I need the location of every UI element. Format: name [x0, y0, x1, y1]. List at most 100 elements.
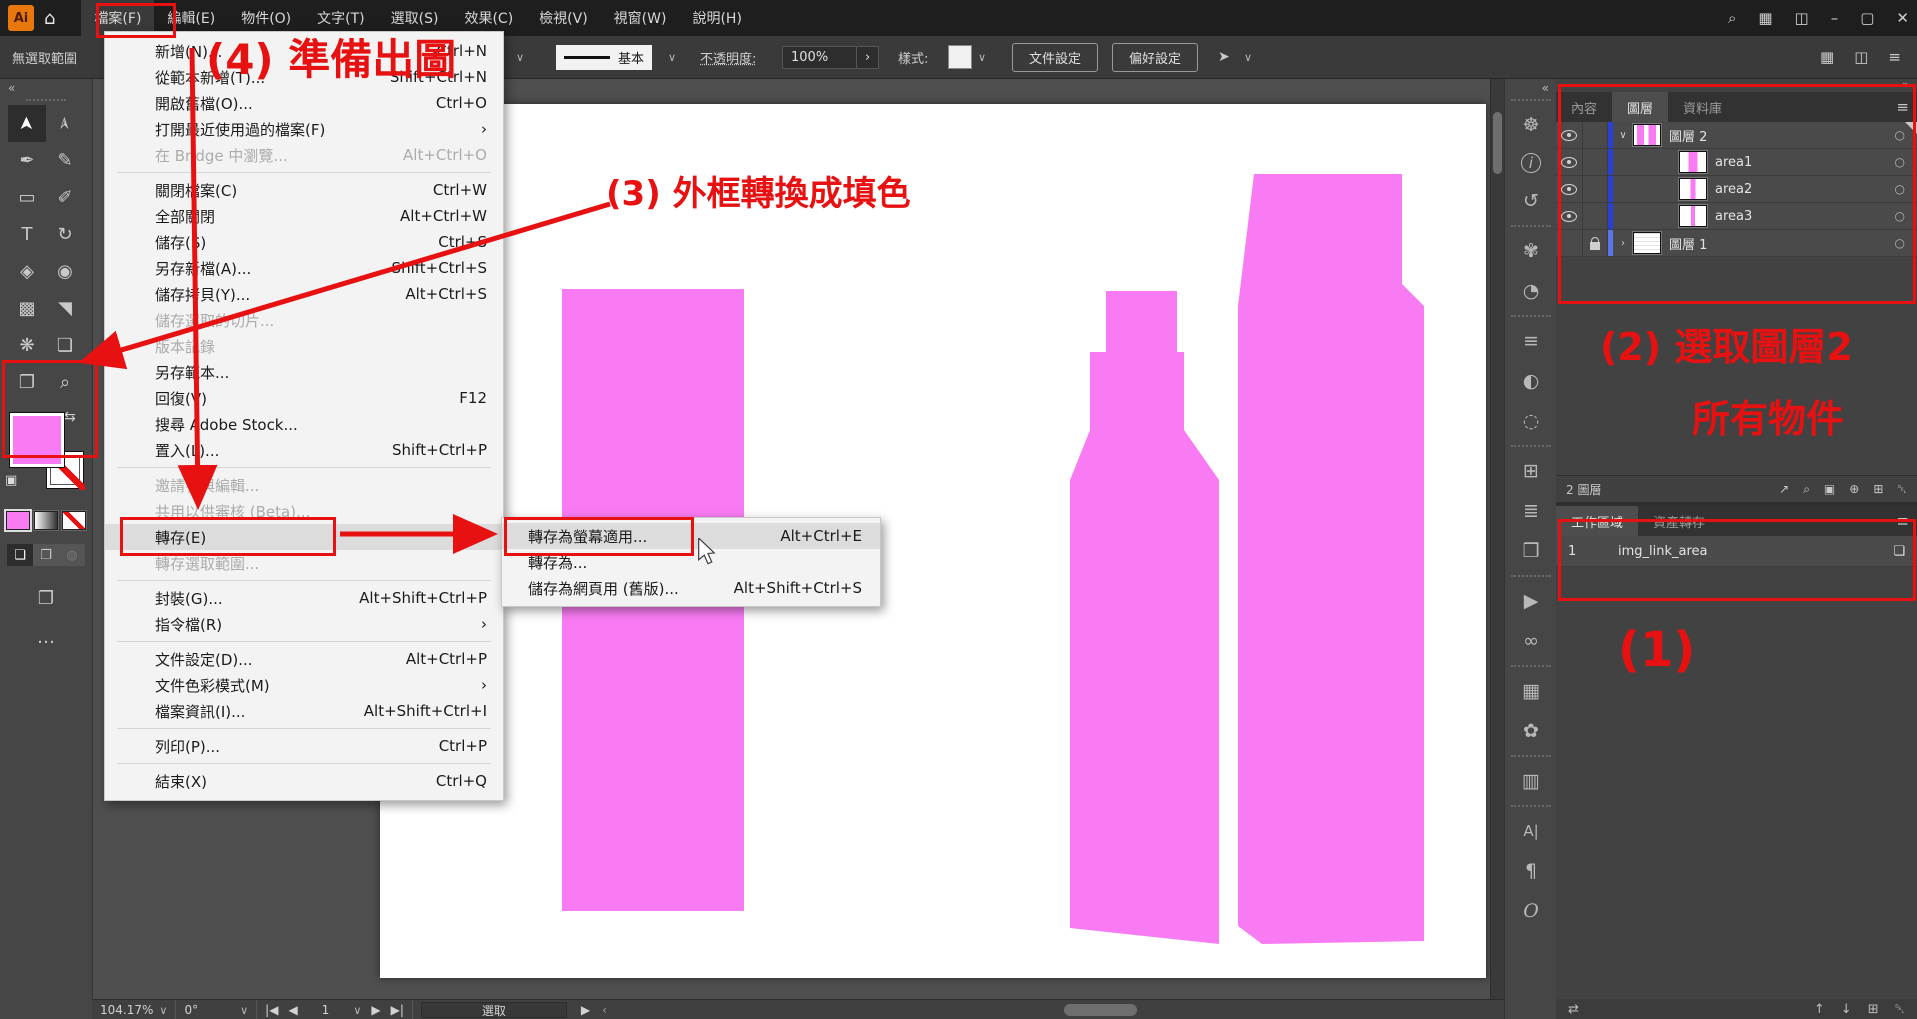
collapse-tools-icon[interactable]: « — [0, 78, 92, 95]
menu-item-export-as[interactable]: 轉存為... — [502, 549, 880, 575]
artboard-row[interactable]: 1 img_link_area ❏ — [1556, 536, 1917, 567]
menu-item-close[interactable]: 關閉檔案(C)Ctrl+W — [105, 177, 503, 203]
history-panel-icon[interactable]: ↺ — [1505, 181, 1557, 221]
visibility-toggle[interactable] — [1556, 122, 1583, 148]
target-circle-icon[interactable]: ○ — [1895, 236, 1905, 250]
menu-item-version-history[interactable]: 版本記錄 — [105, 333, 503, 359]
menu-item-open-recent[interactable]: 打開最近使用過的檔案(F)› — [105, 116, 503, 142]
menu-item-package[interactable]: 封裝(G)...Alt+Shift+Ctrl+P — [105, 585, 503, 611]
paragraph-panel-icon[interactable]: ¶ — [1505, 851, 1557, 891]
dock-gripper[interactable] — [1511, 315, 1551, 317]
dock-gripper[interactable] — [1511, 755, 1551, 757]
play-icon[interactable]: ▶ — [581, 1003, 590, 1017]
align-panel-icon[interactable]: ≣ — [1505, 491, 1557, 531]
wheel-panel-icon[interactable]: ☸ — [1505, 105, 1557, 145]
menu-item-document-setup[interactable]: 文件設定(D)...Alt+Ctrl+P — [105, 646, 503, 672]
menu-item-close-all[interactable]: 全部關閉Alt+Ctrl+W — [105, 203, 503, 229]
menu-item-export[interactable]: 轉存(E)› — [105, 524, 503, 550]
tools-gripper[interactable] — [26, 99, 66, 101]
rearrange-artboards-icon[interactable]: ⇄ — [1568, 1002, 1579, 1017]
character-panel-icon[interactable]: A| — [1505, 811, 1557, 851]
tab-libraries[interactable]: 資料庫 — [1668, 92, 1737, 122]
tool-artboard[interactable]: ❐ — [8, 364, 46, 401]
layer-row-object[interactable]: area3 ○ — [1556, 203, 1917, 230]
control-panel-menu-icon[interactable]: ≡ — [1888, 48, 1901, 66]
dock-layout-icon[interactable]: ◫ — [1854, 48, 1868, 66]
target-circle-icon[interactable]: ○ — [1895, 182, 1905, 196]
color-mode-none[interactable] — [62, 511, 86, 530]
make-clipping-mask-icon[interactable]: ▣ — [1824, 482, 1835, 496]
artboards-panel-icon[interactable]: ▦ — [1505, 671, 1557, 711]
layer-thumbnail[interactable] — [1633, 232, 1661, 254]
opacity-input[interactable]: 100% — [782, 46, 858, 69]
menu-item-save[interactable]: 儲存(S)Ctrl+S — [105, 229, 503, 255]
pathfinder-panel-icon[interactable]: ❒ — [1505, 531, 1557, 571]
tab-asset-export[interactable]: 資產轉存 — [1638, 506, 1720, 536]
fill-swatch[interactable] — [9, 412, 65, 468]
tool-paintbrush[interactable]: ✐ — [46, 179, 84, 216]
workspace-switcher-icon[interactable]: ▦ — [1758, 9, 1772, 27]
dock-gripper[interactable] — [1511, 575, 1551, 577]
tool-eyedropper[interactable]: ◥ — [46, 290, 84, 327]
menu-item-exit[interactable]: 結束(X)Ctrl+Q — [105, 768, 503, 794]
chevron-right-icon[interactable]: › — [1613, 238, 1633, 249]
lock-toggle[interactable] — [1583, 230, 1608, 256]
chevron-down-icon[interactable]: ∨ — [353, 1004, 361, 1017]
more-tools-icon[interactable]: … — [0, 627, 92, 648]
lock-toggle[interactable] — [1583, 122, 1608, 148]
menu-item-invite-to-edit[interactable]: 邀請參與編輯... — [105, 472, 503, 498]
chevron-down-icon[interactable]: ∨ — [668, 51, 676, 64]
default-swatches-icon[interactable]: ▣ — [5, 473, 17, 488]
tool-rotate[interactable]: ↻ — [46, 216, 84, 253]
chevron-down-icon[interactable]: ∨ — [978, 51, 986, 64]
tool-direct-selection[interactable]: ➢ — [46, 105, 84, 142]
chevron-down-icon[interactable]: ∨ — [1244, 51, 1252, 64]
color-mode-fill[interactable] — [6, 511, 30, 530]
collect-export-icon[interactable]: ↗ — [1779, 482, 1789, 496]
close-button[interactable]: ✕ — [1896, 9, 1909, 27]
visibility-toggle[interactable] — [1556, 176, 1583, 202]
menu-window[interactable]: 視窗(W) — [601, 0, 680, 36]
scroll-left-icon[interactable]: ‹ — [602, 1003, 607, 1017]
info-panel-icon[interactable]: i — [1521, 153, 1541, 173]
stroke-style-select[interactable]: 基本 — [556, 45, 652, 70]
opacity-label[interactable]: 不透明度: — [700, 48, 756, 67]
object-name[interactable]: area1 — [1715, 155, 1752, 170]
menu-item-scripts[interactable]: 指令檔(R)› — [105, 611, 503, 637]
menu-item-browse-in-bridge[interactable]: 在 Bridge 中瀏覽...Alt+Ctrl+O — [105, 142, 503, 168]
transform-panel-icon[interactable]: ⊞ — [1505, 451, 1557, 491]
menu-item-save-as-template[interactable]: 另存範本... — [105, 359, 503, 385]
menu-item-share-for-review[interactable]: 共用以供審核 (Beta)... — [105, 498, 503, 524]
tab-layers[interactable]: 圖層 — [1612, 92, 1668, 122]
tab-properties[interactable]: 內容 — [1556, 92, 1612, 122]
visibility-toggle[interactable] — [1556, 230, 1583, 256]
tool-eraser[interactable]: ◈ — [8, 253, 46, 290]
stroke-panel-icon[interactable]: ≡ — [1505, 321, 1557, 361]
expand-panels-icon[interactable]: » — [1902, 78, 1909, 91]
tool-rectangle[interactable]: ▭ — [8, 179, 46, 216]
menu-view[interactable]: 檢視(V) — [526, 0, 601, 36]
menu-item-print[interactable]: 列印(P)...Ctrl+P — [105, 733, 503, 759]
dock-gripper[interactable] — [1511, 225, 1551, 227]
lock-toggle[interactable] — [1583, 149, 1608, 175]
vertical-scrollbar-thumb[interactable] — [1493, 112, 1502, 174]
tab-artboards[interactable]: 工作區域 — [1556, 506, 1638, 536]
artboards-panel-menu-icon[interactable]: ≡ — [1896, 512, 1909, 530]
rotation-select[interactable]: 0° ∨ — [176, 1000, 257, 1019]
transparency-panel-icon[interactable]: ◐ — [1505, 361, 1557, 401]
horizontal-scrollbar-thumb[interactable] — [1064, 1004, 1137, 1016]
layer-row-group[interactable]: ∨ 圖層 2 ○ — [1556, 122, 1917, 149]
tool-gradient[interactable]: ▩ — [8, 290, 46, 327]
arrange-documents-icon[interactable]: ◫ — [1795, 9, 1809, 27]
menu-item-file-info[interactable]: 檔案資訊(I)...Alt+Shift+Ctrl+I — [105, 698, 503, 724]
menu-item-save-for-web[interactable]: 儲存為網頁用 (舊版)...Alt+Shift+Ctrl+S — [502, 575, 880, 601]
artboard-page-icon[interactable]: ❏ — [1893, 544, 1905, 559]
gradient-slider-panel-icon[interactable]: ▥ — [1505, 761, 1557, 801]
color-guide-panel-icon[interactable]: ◔ — [1505, 271, 1557, 311]
color-panel-icon[interactable]: ✾ — [1505, 231, 1557, 271]
object-thumbnail[interactable] — [1679, 205, 1707, 227]
tool-pen[interactable]: ✒ — [8, 142, 46, 179]
last-artboard-icon[interactable]: ▶| — [391, 1003, 404, 1017]
dock-gripper[interactable] — [1511, 805, 1551, 807]
links-panel-icon[interactable]: ∞ — [1505, 621, 1557, 661]
